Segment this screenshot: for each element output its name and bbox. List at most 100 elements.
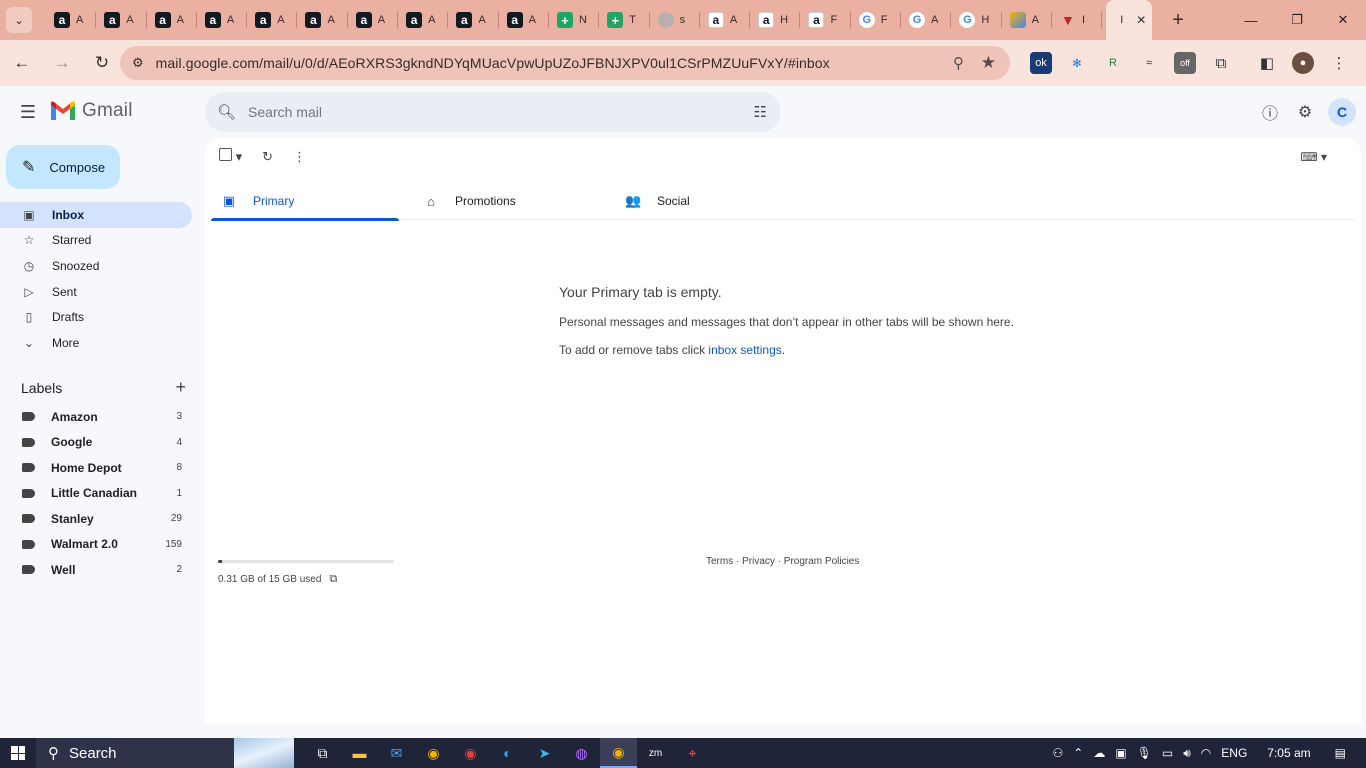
help-icon[interactable]: ⓘ xyxy=(1258,100,1282,124)
extension-blue-icon[interactable]: ✻ xyxy=(1066,52,1088,74)
label-item[interactable]: Stanley 29 xyxy=(0,506,192,532)
tray-chevron-icon[interactable]: ⌃ xyxy=(1073,746,1083,760)
more-options-icon[interactable]: ⋮ xyxy=(293,149,306,165)
chrome-icon[interactable]: ◉ xyxy=(415,738,452,768)
browser-tab[interactable]: aF xyxy=(800,0,852,40)
language-indicator[interactable]: ENG xyxy=(1221,746,1247,760)
volume-icon[interactable]: 🔊︎ xyxy=(1183,746,1191,761)
messenger-icon[interactable]: ◍ xyxy=(563,738,600,768)
address-url[interactable]: mail.google.com/mail/u/0/d/AEoRXRS3gkndN… xyxy=(156,55,830,71)
sidebar-item-inbox[interactable]: ▣ Inbox xyxy=(0,202,192,228)
browser-tab[interactable]: + N xyxy=(549,0,600,40)
search-bar[interactable]: 🔍︎ ☷ xyxy=(205,92,781,132)
window-close-icon[interactable]: ✕ xyxy=(1320,0,1366,40)
battery-icon[interactable]: ▭ xyxy=(1162,746,1173,760)
browser-tab-active[interactable]: I ✕ xyxy=(1106,0,1153,40)
sidebar-item-starred[interactable]: ☆ Starred xyxy=(0,228,192,254)
extension-rs-icon[interactable]: R xyxy=(1102,52,1124,74)
reload-icon[interactable]: ↻ xyxy=(84,45,120,81)
address-bar[interactable]: ⚙ mail.google.com/mail/u/0/d/AEoRXRS3gkn… xyxy=(120,46,1010,80)
input-tools-icon[interactable]: ⌨ ▾ xyxy=(1300,150,1327,164)
chrome-active-icon[interactable]: ◉ xyxy=(600,738,637,768)
chrome-alt-icon[interactable]: ◉ xyxy=(452,738,489,768)
account-avatar[interactable]: C xyxy=(1328,98,1356,126)
tab-social[interactable]: 👥 Social xyxy=(615,182,803,220)
bookmark-star-icon[interactable]: ★ xyxy=(981,53,996,73)
open-external-icon[interactable]: ⧉ xyxy=(329,573,337,586)
label-item[interactable]: Little Canadian 1 xyxy=(0,481,192,507)
browser-tab[interactable]: aA xyxy=(247,0,298,40)
notifications-icon[interactable]: ▤ xyxy=(1335,746,1346,760)
clock[interactable]: 7:05 am xyxy=(1267,746,1310,760)
settings-gear-icon[interactable]: ⚙ xyxy=(1293,100,1317,124)
browser-tab[interactable]: aA xyxy=(700,0,751,40)
side-panel-icon[interactable]: ◧ xyxy=(1256,52,1278,74)
sidebar-item-drafts[interactable]: ▯ Drafts xyxy=(0,304,192,330)
new-tab-icon[interactable]: + xyxy=(1172,9,1184,32)
sidebar-item-snoozed[interactable]: ◷ Snoozed xyxy=(0,253,192,279)
task-view-icon[interactable]: ⧉ xyxy=(304,738,341,768)
browser-tab[interactable]: aA xyxy=(297,0,349,40)
browser-tab[interactable]: aA xyxy=(96,0,147,40)
search-icon[interactable]: 🔍︎ xyxy=(217,103,236,121)
search-input[interactable] xyxy=(248,104,729,120)
onedrive-icon[interactable]: ☁ xyxy=(1093,746,1105,760)
restore-icon[interactable]: ❐ xyxy=(1274,0,1320,40)
tab-promotions[interactable]: ⌂ Promotions xyxy=(413,182,601,220)
meet-icon[interactable]: ▣ xyxy=(1115,746,1126,760)
label-item[interactable]: Amazon 3 xyxy=(0,404,192,430)
start-button[interactable] xyxy=(0,738,36,768)
sidebar-item-more[interactable]: ⌄ More xyxy=(0,330,192,356)
extension-off-icon[interactable]: off xyxy=(1174,52,1196,74)
back-icon[interactable]: ← xyxy=(4,45,40,81)
browser-tab[interactable]: aA xyxy=(348,0,399,40)
label-item[interactable]: Home Depot 8 xyxy=(0,455,192,481)
refresh-icon[interactable]: ↻ xyxy=(262,149,273,165)
browser-tab[interactable]: aA xyxy=(499,0,550,40)
tab-primary[interactable]: ▣ Primary xyxy=(211,182,399,221)
browser-tab[interactable]: aA xyxy=(398,0,449,40)
browser-tab[interactable]: ▼ I xyxy=(1052,0,1103,40)
edge-icon[interactable]: ◐ xyxy=(489,738,526,768)
browser-tab[interactable]: GF xyxy=(851,0,902,40)
people-icon[interactable]: ⚇ xyxy=(1052,746,1063,760)
browser-tab[interactable]: aA xyxy=(197,0,248,40)
extensions-puzzle-icon[interactable]: ⧉ xyxy=(1210,52,1232,74)
site-settings-icon[interactable]: ⚙ xyxy=(132,55,144,71)
close-icon[interactable]: ✕ xyxy=(1136,13,1146,27)
inbox-settings-link[interactable]: inbox settings xyxy=(708,343,781,357)
zoom-icon[interactable]: ⚲ xyxy=(953,54,964,72)
browser-tab[interactable]: aH xyxy=(750,0,801,40)
select-checkbox[interactable]: ▾ xyxy=(219,148,242,165)
browser-tab[interactable]: + T xyxy=(599,0,650,40)
label-item[interactable]: Walmart 2.0 159 xyxy=(0,532,192,558)
extension-ok-icon[interactable]: ok xyxy=(1030,52,1052,74)
browser-tab[interactable]: A xyxy=(1002,0,1053,40)
main-menu-icon[interactable]: ☰ xyxy=(16,100,40,124)
wifi-icon[interactable]: ◠ xyxy=(1201,746,1211,760)
browser-menu-icon[interactable]: ⋮ xyxy=(1328,52,1350,74)
extension-wave-icon[interactable]: ≈ xyxy=(1138,52,1160,74)
browser-tab[interactable]: aA xyxy=(448,0,499,40)
minimize-icon[interactable]: — xyxy=(1228,0,1274,40)
microphone-icon[interactable]: 🎙︎ xyxy=(1137,746,1152,760)
pin-app-icon[interactable]: ⌖ xyxy=(674,738,711,768)
mail-app-icon[interactable]: ✉ xyxy=(378,738,415,768)
search-options-icon[interactable]: ☷ xyxy=(754,103,767,121)
zoom-app-icon[interactable]: zm xyxy=(637,738,674,768)
forward-icon[interactable]: → xyxy=(44,45,80,81)
taskbar-search[interactable]: ⚲ Search xyxy=(36,738,294,768)
telegram-icon[interactable]: ➤ xyxy=(526,738,563,768)
browser-tab[interactable]: aA xyxy=(46,0,97,40)
browser-tab[interactable]: GH xyxy=(951,0,1002,40)
add-label-icon[interactable]: + xyxy=(175,377,186,398)
browser-tab[interactable]: s xyxy=(650,0,701,40)
gmail-logo[interactable]: Gmail xyxy=(50,100,133,122)
file-explorer-icon[interactable]: ▬ xyxy=(341,738,378,768)
profile-icon[interactable]: ● xyxy=(1292,52,1314,74)
browser-tab[interactable]: aA xyxy=(147,0,198,40)
tab-search-button[interactable]: ⌄ xyxy=(6,7,32,33)
footer-links[interactable]: Terms · Privacy · Program Policies xyxy=(706,556,859,567)
label-item[interactable]: Well 2 xyxy=(0,557,192,583)
compose-button[interactable]: ✎ Compose xyxy=(6,145,120,189)
